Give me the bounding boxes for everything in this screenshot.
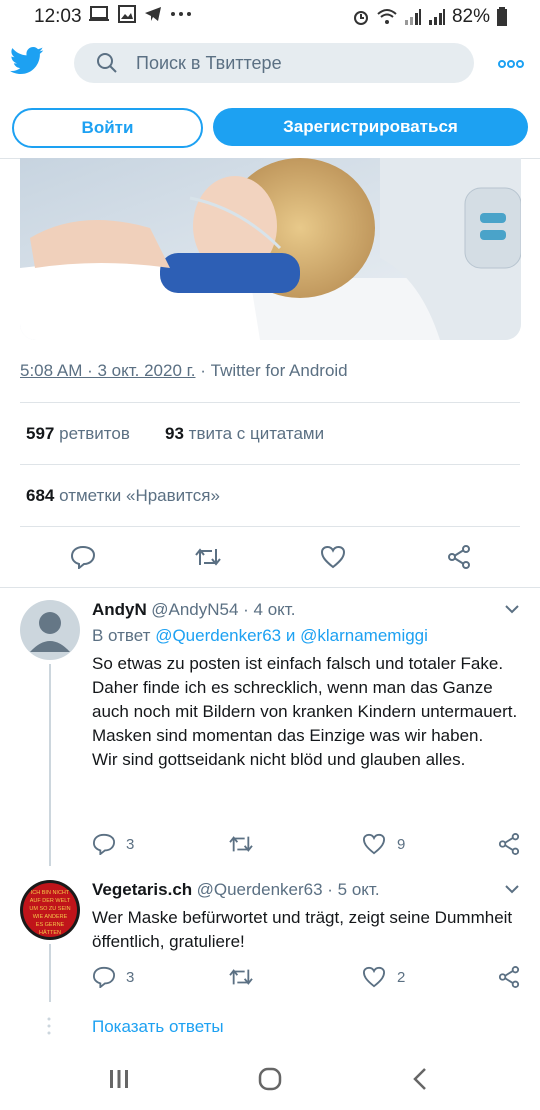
search-input[interactable]: Поиск в Твиттере [74, 43, 474, 83]
divider [20, 402, 520, 403]
retweet-icon[interactable] [228, 833, 254, 855]
author-name[interactable]: AndyN [92, 600, 147, 619]
svg-text:AUF DER WELT: AUF DER WELT [30, 898, 71, 904]
chevron-down-icon[interactable] [504, 604, 520, 614]
author-name[interactable]: Vegetaris.ch [92, 880, 192, 899]
retweets-stat[interactable]: 597 ретвитов [26, 424, 130, 444]
status-bar: 12:03 82% [0, 0, 540, 32]
twitter-logo-icon[interactable] [10, 46, 44, 76]
mention-link[interactable]: @klarnamemiggi [300, 626, 428, 645]
more-options-icon[interactable] [498, 60, 524, 68]
home-icon[interactable] [257, 1067, 283, 1091]
search-icon [97, 53, 117, 73]
reply-icon[interactable] [92, 966, 116, 988]
mention-link[interactable]: @Querdenker63 [155, 626, 281, 645]
thread-line [49, 664, 51, 866]
divider [20, 526, 520, 527]
laptop-icon [89, 6, 109, 21]
meta-separator: · [200, 361, 206, 380]
android-nav-bar [0, 1050, 540, 1110]
telegram-icon [145, 7, 161, 21]
divider [20, 464, 520, 465]
reply-icon[interactable] [92, 833, 116, 855]
like-icon[interactable] [362, 966, 386, 988]
reply-tweet[interactable]: ICH BIN NICHT AUF DER WELT UM SO ZU SEIN… [0, 868, 540, 1008]
reply-icon[interactable] [70, 545, 96, 569]
share-icon[interactable] [447, 545, 471, 569]
retweets-count: 597 [26, 424, 55, 443]
alarm-icon [353, 11, 368, 25]
thread-dots-icon [47, 1017, 51, 1035]
show-replies-link[interactable]: Показать ответы [92, 1017, 224, 1037]
likes-count: 684 [26, 486, 55, 505]
svg-text:UM SO ZU SEIN: UM SO ZU SEIN [29, 906, 70, 912]
tweet-meta: 5:08 AM · 3 окт. 2020 г. · Twitter for A… [20, 361, 348, 381]
recent-apps-icon[interactable] [108, 1068, 130, 1090]
svg-text:WIE ANDERE: WIE ANDERE [33, 914, 68, 920]
signup-button[interactable]: Зарегистрироваться [213, 108, 528, 146]
author-handle[interactable]: @AndyN54 · 4 окт. [151, 600, 295, 619]
default-avatar-icon [30, 612, 70, 652]
svg-text:ICH BIN NICHT: ICH BIN NICHT [31, 890, 70, 896]
quotes-label: твита с цитатами [188, 424, 325, 443]
reply-count: 3 [126, 836, 135, 853]
more-dots-icon [171, 12, 191, 16]
signal-icon [428, 9, 445, 25]
retweets-label: ретвитов [59, 424, 130, 443]
search-placeholder: Поиск в Твиттере [136, 53, 282, 73]
battery-icon [497, 7, 507, 26]
svg-text:ES GERNE: ES GERNE [36, 922, 65, 928]
like-count: 2 [397, 969, 406, 986]
retweet-icon[interactable] [194, 545, 222, 569]
like-count: 9 [397, 836, 406, 853]
likes-label: отметки «Нравится» [59, 486, 220, 505]
quotes-count: 93 [165, 424, 184, 443]
top-bar: Поиск в Твиттере [0, 32, 540, 96]
back-icon[interactable] [412, 1067, 428, 1091]
author-handle[interactable]: @Querdenker63 · 5 окт. [197, 880, 380, 899]
battery-level: 82% [451, 6, 490, 27]
thread-line [49, 944, 51, 1002]
login-button[interactable]: Войти [12, 108, 203, 148]
quotes-stat[interactable]: 93 твита с цитатами [165, 424, 324, 444]
clock: 12:03 [34, 6, 82, 27]
wifi-icon [377, 9, 397, 24]
hospital-child-image [20, 158, 521, 340]
avatar[interactable]: ICH BIN NICHT AUF DER WELT UM SO ZU SEIN… [20, 880, 80, 940]
tweet-timestamp[interactable]: 5:08 AM · 3 окт. 2020 г. [20, 361, 195, 380]
signal-icon [404, 9, 421, 25]
share-icon[interactable] [498, 833, 520, 855]
svg-text:HÄTTEN: HÄTTEN [39, 929, 61, 936]
tweet-text: Wer Maske befürwortet und trägt, zeigt s… [92, 908, 513, 951]
like-icon[interactable] [362, 833, 386, 855]
image-icon [118, 5, 136, 23]
tweet-photo[interactable] [20, 158, 521, 340]
reply-count: 3 [126, 969, 135, 986]
tweet-text: So etwas zu posten ist einfach falsch un… [92, 654, 518, 769]
reply-to-line: В ответ @Querdenker63 и @klarnamemiggi [92, 626, 428, 645]
retweet-icon[interactable] [228, 966, 254, 988]
avatar-badge-image: ICH BIN NICHT AUF DER WELT UM SO ZU SEIN… [23, 883, 77, 937]
tweet-source: Twitter for Android [210, 361, 348, 380]
reply-tweet[interactable]: AndyN @AndyN54 · 4 окт. В ответ @Querden… [0, 588, 540, 868]
chevron-down-icon[interactable] [504, 884, 520, 894]
likes-stat[interactable]: 684 отметки «Нравится» [26, 486, 220, 506]
share-icon[interactable] [498, 966, 520, 988]
like-icon[interactable] [320, 545, 346, 569]
avatar[interactable] [20, 600, 80, 660]
